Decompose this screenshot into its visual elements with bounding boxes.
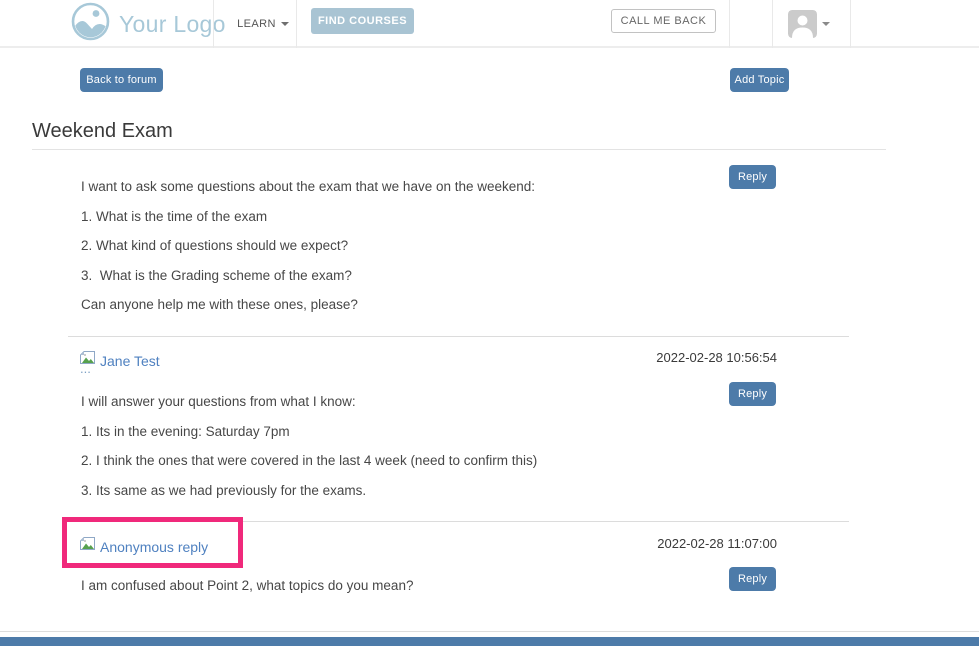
chevron-down-icon [281, 22, 289, 26]
back-to-forum-button[interactable]: Back to forum [80, 68, 163, 92]
reply-button[interactable]: Reply [729, 567, 776, 591]
add-topic-button[interactable]: Add Topic [730, 68, 789, 92]
reply-author-link[interactable]: Anonymous reply [100, 539, 208, 555]
broken-image-icon [80, 537, 95, 555]
logo-text: Your Logo [119, 11, 226, 38]
topic-title: Weekend Exam [32, 120, 173, 143]
top-navbar: Your Logo LEARN FIND COURSES CALL ME BAC… [0, 0, 979, 48]
post-line: 1. Its in the evening: Saturday 7pm [81, 425, 537, 439]
reply-body: I will answer your questions from what I… [81, 395, 537, 513]
nav-learn-dropdown[interactable]: LEARN [233, 0, 293, 48]
user-avatar-icon [788, 25, 817, 38]
forum-topic-page: Your Logo LEARN FIND COURSES CALL ME BAC… [0, 0, 979, 646]
reply-button[interactable]: Reply [729, 382, 776, 406]
logo-image-icon [71, 2, 110, 46]
reply-button[interactable]: Reply [729, 165, 776, 189]
post-line: 1. What is the time of the exam [81, 210, 535, 224]
post-line: 3. What is the Grading scheme of the exa… [81, 269, 535, 283]
nav-learn-label: LEARN [237, 18, 276, 30]
post-line: I will answer your questions from what I… [81, 395, 537, 409]
reply-timestamp: 2022-02-28 10:56:54 [656, 350, 777, 365]
post-line: 3. Its same as we had previously for the… [81, 484, 537, 498]
header-divider [213, 0, 214, 48]
post-line: 2. What kind of questions should we expe… [81, 239, 535, 253]
reply-divider [68, 336, 849, 337]
user-avatar[interactable] [788, 10, 817, 38]
header-divider [850, 0, 851, 48]
title-divider [32, 149, 886, 150]
header-divider [772, 0, 773, 48]
original-post-body: I want to ask some questions about the e… [81, 180, 535, 328]
footer-bar [0, 637, 979, 646]
find-courses-button[interactable]: FIND COURSES [311, 8, 414, 34]
avatar-alt-text: ... [80, 556, 91, 567]
post-line: Can anyone help me with these ones, plea… [81, 298, 535, 312]
header-divider [729, 0, 730, 48]
user-menu-chevron-down-icon[interactable] [822, 22, 830, 26]
post-line: I am confused about Point 2, what topics… [81, 579, 413, 593]
reply-author-link[interactable]: Jane Test [100, 353, 160, 369]
reply-body: I am confused about Point 2, what topics… [81, 579, 413, 609]
header-divider [296, 0, 297, 48]
post-line: I want to ask some questions about the e… [81, 180, 535, 194]
avatar-alt-text: ... [80, 363, 91, 374]
reply-timestamp: 2022-02-28 11:07:00 [657, 536, 777, 551]
call-me-back-button[interactable]: CALL ME BACK [611, 9, 716, 33]
highlight-annotation-box: Anonymous reply ... [62, 517, 243, 568]
bottom-divider [0, 631, 979, 632]
site-logo[interactable]: Your Logo [71, 3, 226, 45]
post-line: 2. I think the ones that were covered in… [81, 454, 537, 468]
